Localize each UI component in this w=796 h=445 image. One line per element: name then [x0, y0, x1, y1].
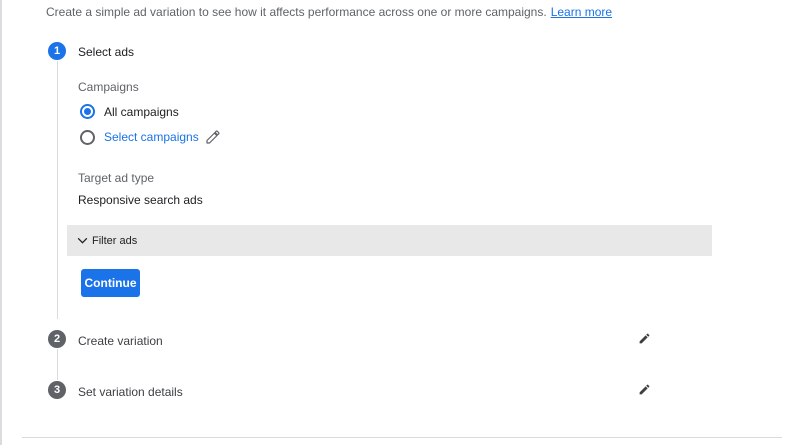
campaigns-label: Campaigns: [78, 80, 139, 94]
edit-variation-pencil-icon[interactable]: [638, 332, 651, 345]
radio-all-campaigns-label: All campaigns: [104, 104, 179, 119]
edit-details-pencil-icon[interactable]: [638, 383, 651, 396]
intro-description: Create a simple ad variation to see how …: [46, 5, 547, 19]
step-connector-2: [57, 349, 58, 380]
target-ad-type-value: Responsive search ads: [78, 193, 203, 207]
intro-text: Create a simple ad variation to see how …: [46, 5, 612, 19]
ad-variation-page: Create a simple ad variation to see how …: [0, 0, 796, 445]
step-3-number: 3: [48, 381, 66, 399]
target-ad-type-label: Target ad type: [78, 171, 155, 185]
step-connector-1: [57, 61, 58, 319]
bottom-divider: [22, 437, 782, 438]
left-border: [0, 0, 2, 445]
radio-select-campaigns[interactable]: Select campaigns: [80, 129, 221, 145]
pencil-icon[interactable]: [205, 129, 221, 145]
step-1-number: 1: [48, 42, 66, 60]
step-1-title: Select ads: [78, 45, 135, 59]
filter-ads-label: Filter ads: [92, 234, 138, 247]
radio-select-campaigns-indicator[interactable]: [80, 129, 95, 145]
radio-all-campaigns[interactable]: All campaigns: [80, 104, 179, 119]
radio-all-campaigns-indicator[interactable]: [80, 104, 95, 119]
step-3-title: Set variation details: [78, 385, 183, 399]
chevron-down-icon: [76, 234, 89, 247]
continue-button[interactable]: Continue: [81, 269, 140, 297]
learn-more-link[interactable]: Learn more: [551, 5, 612, 19]
radio-select-campaigns-label[interactable]: Select campaigns: [104, 130, 199, 144]
step-2-number: 2: [48, 330, 66, 348]
filter-ads-toggle[interactable]: Filter ads: [67, 225, 712, 256]
step-2-title: Create variation: [78, 334, 163, 348]
